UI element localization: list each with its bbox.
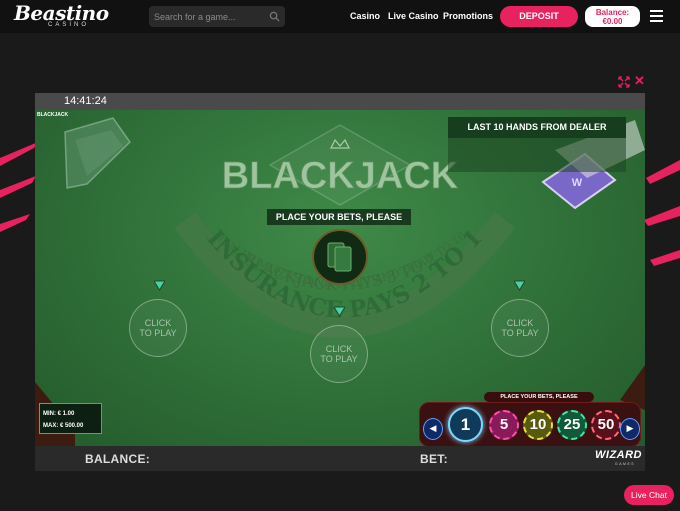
svg-text:W: W <box>572 177 583 189</box>
nav-casino[interactable]: Casino <box>350 11 380 21</box>
chip-10[interactable]: 10 <box>523 410 553 440</box>
nav-live-casino[interactable]: Live Casino <box>388 11 439 21</box>
arrow-down-icon <box>514 280 525 291</box>
min-limit: MIN: € 1.00 <box>43 411 75 417</box>
last-hands-panel: LAST 10 HANDS FROM DEALER <box>448 117 626 172</box>
bet-spot-label: CLICK TO PLAY <box>139 318 177 338</box>
claw-decoration-left <box>0 142 38 232</box>
chevron-right-icon[interactable]: ▶ <box>620 418 640 440</box>
game-balance-label: BALANCE: <box>85 452 151 466</box>
balance-label: Balance: <box>595 8 630 17</box>
arrow-down-icon <box>334 306 345 317</box>
search-input[interactable] <box>149 6 268 27</box>
nav-promotions[interactable]: Promotions <box>443 11 493 21</box>
clock-bar: 14:41:24 <box>35 93 645 110</box>
blackjack-table: BLACKJACK BLACKJACK PAYS 3 TO 2 DEALER M… <box>35 110 645 447</box>
last-hands-title: LAST 10 HANDS FROM DEALER <box>448 117 626 138</box>
balance-button[interactable]: Balance: €0.00 <box>585 6 640 27</box>
game-status-bar: BALANCE: BET: WIZARD GAMES <box>35 446 645 471</box>
bet-spot-left[interactable]: CLICK TO PLAY <box>129 299 187 357</box>
logo-subtitle: CASINO <box>48 22 90 28</box>
bet-spot-center[interactable]: CLICK TO PLAY <box>310 325 368 383</box>
bet-spot-label: CLICK TO PLAY <box>320 344 358 364</box>
search-icon[interactable] <box>269 11 280 22</box>
deposit-button[interactable]: DEPOSIT <box>500 6 578 27</box>
game-bet-label: BET: <box>420 452 448 466</box>
site-header: Beastino CASINO Casino Live Casino Promo… <box>0 0 680 33</box>
expand-icon[interactable] <box>618 76 630 88</box>
live-chat-button[interactable]: Live Chat <box>624 485 674 505</box>
place-bets-banner: PLACE YOUR BETS, PLEASE <box>267 209 411 225</box>
balance-value: €0.00 <box>602 17 623 26</box>
chip-25[interactable]: 25 <box>557 410 587 440</box>
game-frame: 14:41:24 BLACKJACK BLACKJACK PAYS 3 TO 2 <box>35 93 645 471</box>
search-box <box>149 6 285 27</box>
provider-subtitle: GAMES <box>615 462 636 466</box>
claw-decoration-right <box>644 160 680 266</box>
site-logo[interactable]: Beastino CASINO <box>14 1 109 28</box>
max-limit: MAX: € 500.00 <box>43 423 84 429</box>
game-name-label: BLACKJACK <box>37 112 69 118</box>
game-clock: 14:41:24 <box>64 95 107 107</box>
arrow-down-icon <box>154 280 165 291</box>
chip-5[interactable]: 5 <box>489 410 519 440</box>
chip-panel: PLACE YOUR BETS, PLEASE ◀ 1 5 10 25 50 ▶ <box>419 392 641 452</box>
logo-text: Beastino <box>14 1 109 25</box>
chip-1[interactable]: 1 <box>448 407 483 442</box>
hamburger-menu-icon[interactable] <box>650 10 663 22</box>
bet-spot-label: CLICK TO PLAY <box>501 318 539 338</box>
close-icon[interactable]: ✕ <box>634 74 646 87</box>
bet-spot-right[interactable]: CLICK TO PLAY <box>491 299 549 357</box>
chip-panel-label: PLACE YOUR BETS, PLEASE <box>484 392 594 402</box>
chip-tray: ◀ 1 5 10 25 50 ▶ <box>419 402 641 447</box>
table-title: BLACKJACK <box>222 155 459 197</box>
provider-logo: WIZARD <box>595 449 642 461</box>
chevron-left-icon[interactable]: ◀ <box>423 418 443 440</box>
chip-50[interactable]: 50 <box>591 410 621 440</box>
table-limits: MIN: € 1.00 MAX: € 500.00 <box>39 403 102 434</box>
